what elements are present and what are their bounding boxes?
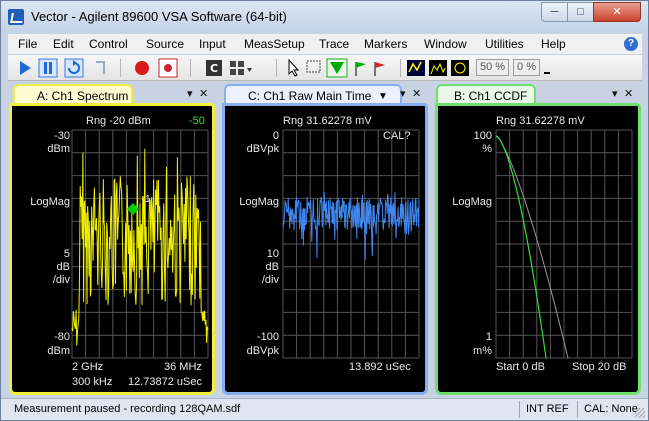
spectrum-top-value: -30 — [54, 130, 70, 142]
status-cal: CAL: None — [577, 401, 643, 418]
app-window: Vector - Agilent 89600 VSA Software (64-… — [0, 0, 649, 421]
close-icon: ✕ — [612, 6, 622, 18]
spectrum-format: LogMag — [30, 196, 70, 208]
raw-time-time: 13.892 uSec — [349, 361, 411, 373]
ccdf-stop: Stop 20 dB — [572, 361, 627, 373]
spectrum-pane[interactable]: Rng -20 dBm -50 -30 dBm LogMag 5 dB /div… — [9, 103, 215, 395]
maximize-icon: □ — [577, 6, 584, 18]
spectrum-div-value: 5 — [63, 248, 70, 260]
tab-raw-main-time-close-icon[interactable]: ✕ — [412, 87, 421, 100]
status-ref: INT REF — [519, 401, 575, 418]
pointer-icon[interactable] — [284, 58, 302, 78]
menu-trace[interactable]: Trace — [319, 37, 349, 51]
ccdf-start: Start 0 dB — [496, 361, 545, 373]
resize-grip[interactable] — [635, 408, 645, 418]
raw-time-div-unit1: dB — [265, 261, 279, 273]
spectrum-top-unit: dBm — [47, 143, 70, 155]
ccdf-pane[interactable]: Rng 31.62278 mV 100 % LogMag 1 m% Start … — [435, 103, 641, 395]
spectrum-center: 2 GHz — [72, 361, 104, 373]
toolbar-overflow-icon[interactable] — [542, 58, 552, 78]
menu-utilities[interactable]: Utilities — [485, 37, 524, 51]
menu-window[interactable]: Window — [424, 37, 467, 51]
raw-time-cal: CAL? — [383, 130, 411, 142]
tab-ccdf-close-icon[interactable]: ✕ — [624, 87, 633, 100]
spectrum-icon[interactable] — [428, 58, 448, 78]
menu-markers[interactable]: Markers — [364, 37, 407, 51]
raw-time-top-value: 0 — [272, 130, 279, 142]
ccdf-top-unit: % — [482, 143, 492, 155]
spectrum-bottom-unit: dBm — [47, 345, 70, 357]
record-icon[interactable] — [132, 58, 152, 78]
status-message: Measurement paused - recording 128QAM.sd… — [14, 403, 241, 415]
menu-help[interactable]: Help — [541, 37, 566, 51]
zoom-box-icon[interactable] — [304, 58, 324, 78]
tab-spectrum[interactable]: A: Ch1 Spectrum — [13, 84, 133, 105]
marker-to-icon[interactable] — [352, 58, 370, 78]
minimize-icon: ─ — [550, 6, 559, 18]
pause-icon[interactable] — [38, 58, 58, 78]
spectrum-range: Rng -20 dBm — [86, 115, 151, 127]
layout-icon[interactable] — [228, 58, 254, 78]
ccdf-format: LogMag — [452, 196, 492, 208]
raw-time-bottom-unit: dBVpk — [246, 345, 279, 357]
status-bar: Measurement paused - recording 128QAM.sd… — [1, 398, 648, 420]
ccdf-reference-trace — [495, 135, 569, 359]
tab-raw-main-time[interactable]: C: Ch1 Raw Main Time ▼ — [224, 84, 402, 105]
zoom-a-box[interactable]: 50 % — [476, 59, 509, 76]
toolbar: C 50 % 0 % — [8, 55, 642, 81]
menu-control[interactable]: Control — [89, 37, 128, 51]
tab-ccdf-menu-icon[interactable]: ▾ — [612, 87, 618, 100]
raw-time-div-value: 10 — [266, 248, 279, 260]
title-bar: Vector - Agilent 89600 VSA Software (64-… — [1, 1, 648, 33]
raw-time-div-unit2: /div — [261, 274, 279, 286]
ccdf-range: Rng 31.62278 mV — [496, 115, 585, 127]
menu-source[interactable]: Source — [146, 37, 184, 51]
spectrum-bottom-value: -80 — [54, 331, 70, 343]
window-title: Vector - Agilent 89600 VSA Software (64-… — [31, 9, 287, 24]
raw-time-range: Rng 31.62278 mV — [283, 115, 372, 127]
zoom-b-box[interactable]: 0 % — [513, 59, 540, 76]
minimize-button[interactable]: ─ — [541, 2, 568, 22]
marker-peak-icon[interactable] — [326, 58, 348, 78]
tab-strip: A: Ch1 Spectrum ▾ ✕ C: Ch1 Raw Main Time… — [8, 83, 642, 105]
constellation-icon[interactable] — [450, 58, 470, 78]
tab-ccdf[interactable]: B: Ch1 CCDF — [436, 84, 536, 105]
spectrum-div-unit1: dB — [56, 261, 70, 273]
continuous-icon[interactable] — [64, 58, 84, 78]
tab-spectrum-menu-icon[interactable]: ▾ — [187, 87, 193, 100]
spectrum-marker-label: 1 — [145, 194, 151, 205]
menu-input[interactable]: Input — [199, 37, 226, 51]
marker-flag-icon[interactable] — [370, 58, 388, 78]
menu-meassetup[interactable]: MeasSetup — [244, 37, 305, 51]
tab-raw-main-time-label: C: Ch1 Raw Main Time — [248, 89, 372, 103]
restart-icon[interactable] — [90, 58, 110, 78]
ccdf-trace — [495, 135, 547, 359]
close-button[interactable]: ✕ — [593, 2, 641, 22]
ccdf-top-value: 100 — [473, 130, 492, 142]
spectrum-div-unit2: /div — [52, 274, 70, 286]
trace-color-icon[interactable] — [406, 58, 426, 78]
raw-time-bottom-value: -100 — [256, 331, 279, 343]
menu-file[interactable]: File — [18, 37, 37, 51]
spectrum-time: 12.73872 uSec — [128, 376, 203, 388]
spectrum-rbw: 300 kHz — [72, 376, 113, 388]
menu-bar: File Edit Control Source Input MeasSetup… — [8, 34, 642, 54]
svg-text:C: C — [210, 62, 218, 75]
ccdf-bottom-value: 1 — [485, 331, 492, 343]
maximize-button[interactable]: □ — [567, 2, 594, 22]
play-icon[interactable] — [16, 58, 34, 78]
raw-time-top-unit: dBVpk — [246, 143, 279, 155]
app-icon — [8, 9, 24, 25]
spectrum-marker-value: -50 — [189, 115, 205, 127]
copy-icon[interactable]: C — [204, 58, 224, 78]
tab-raw-main-time-menu-icon[interactable]: ▾ — [400, 87, 406, 100]
help-icon[interactable]: ? — [624, 37, 638, 51]
raw-time-format: LogMag — [239, 196, 279, 208]
tab-spectrum-close-icon[interactable]: ✕ — [199, 87, 208, 100]
menu-edit[interactable]: Edit — [53, 37, 74, 51]
spectrum-span: 36 MHz — [164, 361, 202, 373]
ccdf-bottom-unit: m% — [473, 345, 492, 357]
record-playback-icon[interactable] — [158, 58, 178, 78]
raw-time-pane[interactable]: Rng 31.62278 mV CAL? 0 dBVpk LogMag 10 d… — [222, 103, 428, 395]
